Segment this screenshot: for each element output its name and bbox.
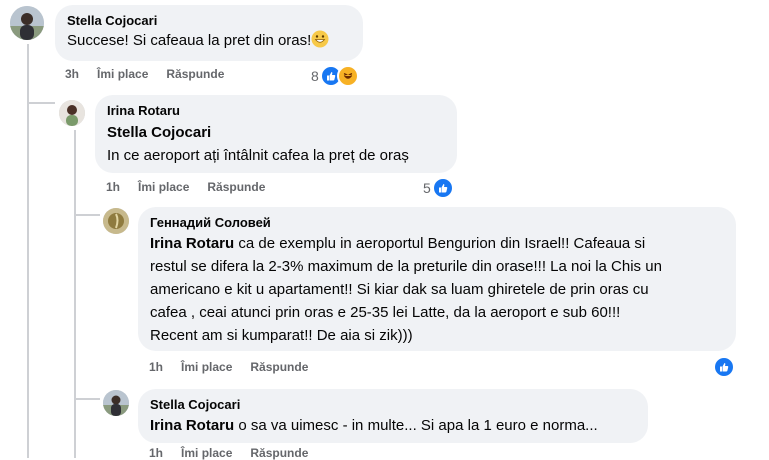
reaction-summary[interactable]	[713, 356, 735, 378]
comment-author[interactable]: Stella Cojocari	[67, 13, 351, 29]
comment-bubble: Irina Rotaru Stella Cojocari In ce aerop…	[95, 95, 457, 173]
comment-author[interactable]: Stella Cojocari	[150, 397, 636, 413]
thread-line-branch-1	[27, 102, 55, 104]
comment-bubble: Stella Cojocari Succese! Si cafeaua la p…	[55, 5, 363, 61]
avatar[interactable]	[103, 390, 129, 416]
like-button[interactable]: Îmi place	[97, 67, 148, 81]
thread-line-branch-2	[74, 214, 100, 216]
reply-button[interactable]: Răspunde	[207, 180, 265, 194]
comment-text-line: Recent am si kumparat!! De aia si zik)))	[150, 327, 413, 344]
comment-text-content: o sa va uimesc - in multe... Si apa la 1…	[234, 417, 598, 434]
comment-author[interactable]: Irina Rotaru	[107, 103, 445, 119]
like-icon	[713, 356, 735, 378]
thread-line-level-2	[74, 130, 76, 458]
comment-bubble: Stella Cojocari Irina Rotaru o sa va uim…	[138, 389, 648, 443]
avatar[interactable]	[59, 100, 85, 126]
comment-actions: 1h Îmi place Răspunde	[149, 360, 326, 374]
comment-actions: 3h Îmi place Răspunde	[65, 67, 242, 81]
comment-text-content: Succese! Si cafeaua la pret din oras!	[67, 32, 312, 49]
reply-button[interactable]: Răspunde	[166, 67, 224, 81]
comment-actions: 1h Îmi place Răspunde	[106, 180, 283, 194]
reply-button[interactable]: Răspunde	[250, 360, 308, 374]
avatar[interactable]	[103, 208, 129, 234]
avatar[interactable]	[10, 6, 44, 40]
comment-text-line: ca de exemplu in aeroportul Bengurion di…	[234, 235, 646, 252]
comment-timestamp[interactable]: 3h	[65, 67, 79, 81]
thread-line-branch-3	[74, 398, 100, 400]
mention-link[interactable]: Stella Cojocari	[107, 121, 445, 144]
mention-link[interactable]: Irina Rotaru	[150, 235, 234, 252]
haha-icon	[336, 65, 359, 87]
comment-timestamp[interactable]: 1h	[106, 180, 120, 194]
comment-text: Irina Rotaru ca de exemplu in aeroportul…	[150, 232, 724, 347]
comment-text: Irina Rotaru o sa va uimesc - in multe..…	[150, 414, 636, 437]
comment-author[interactable]: Геннадий Соловей	[150, 215, 724, 231]
reaction-summary[interactable]: 5	[423, 177, 454, 199]
comment-text-line: americano e kit u apartament!! Si kiar d…	[150, 281, 649, 298]
reaction-count: 5	[423, 180, 431, 196]
comment-bubble: Геннадий Соловей Irina Rotaru ca de exem…	[138, 207, 736, 351]
mention-link[interactable]: Irina Rotaru	[150, 417, 234, 434]
grinning-emoji-icon	[311, 30, 329, 55]
comment-text-line: cafea , ceai atunci prin oras e 25-35 le…	[150, 304, 621, 321]
like-button[interactable]: Îmi place	[138, 180, 189, 194]
comment-text-line: restul se difera la 2-3% maximum de la p…	[150, 258, 662, 275]
thread-line-level-1	[27, 44, 29, 458]
comment-timestamp[interactable]: 1h	[149, 360, 163, 374]
like-icon	[431, 177, 454, 199]
comment-text: In ce aeroport ați întâlnit cafea la pre…	[107, 147, 409, 164]
reaction-summary[interactable]: 8	[311, 65, 359, 87]
reaction-count: 8	[311, 68, 319, 84]
like-button[interactable]: Îmi place	[181, 360, 232, 374]
comment-text: Succese! Si cafeaua la pret din oras!	[67, 29, 351, 55]
